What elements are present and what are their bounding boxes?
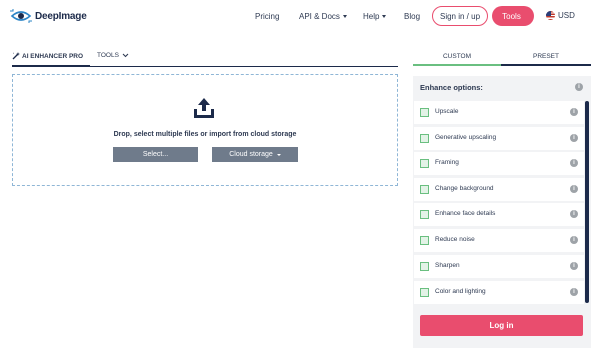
login-button[interactable]: Log in bbox=[420, 315, 583, 336]
info-icon[interactable]: i bbox=[570, 108, 578, 116]
option-reduce-noise[interactable]: Reduce noise i bbox=[414, 229, 584, 252]
sharpen-checkbox[interactable] bbox=[420, 262, 429, 271]
file-dropzone[interactable] bbox=[12, 74, 398, 186]
tools-button[interactable]: Tools bbox=[492, 6, 534, 26]
caret-down-icon bbox=[382, 15, 387, 19]
generative-upscaling-checkbox[interactable] bbox=[420, 134, 429, 143]
nav-pricing[interactable]: Pricing bbox=[255, 12, 279, 21]
option-generative-upscaling[interactable]: Generative upscaling i bbox=[414, 127, 584, 150]
top-header: DeepImage Pricing API & Docs Help Blog S… bbox=[0, 0, 600, 34]
option-label: Generative upscaling bbox=[435, 134, 497, 141]
option-sharpen[interactable]: Sharpen i bbox=[414, 255, 584, 278]
info-icon[interactable]: i bbox=[570, 185, 578, 193]
nav-api-docs[interactable]: API & Docs bbox=[299, 12, 347, 21]
options-scrollbar[interactable] bbox=[585, 101, 589, 303]
caret-down-icon bbox=[342, 15, 347, 19]
option-label: Sharpen bbox=[435, 262, 460, 269]
option-label: Reduce noise bbox=[435, 236, 475, 243]
nav-pricing-label: Pricing bbox=[255, 12, 280, 21]
nav-help-label: Help bbox=[363, 12, 380, 21]
brand-logo[interactable]: DeepImage bbox=[10, 9, 87, 23]
tab-custom-underline bbox=[413, 64, 501, 66]
nav-help[interactable]: Help bbox=[363, 12, 387, 21]
option-label: Enhance face details bbox=[435, 210, 496, 217]
tab-preset-underline bbox=[501, 64, 591, 66]
option-label: Change background bbox=[435, 185, 494, 192]
tab-tools[interactable]: TOOLS bbox=[97, 52, 129, 59]
chevron-down-icon bbox=[122, 53, 129, 58]
dropzone-instructions: Drop, select multiple files or import fr… bbox=[113, 131, 297, 138]
nav-blog-label: Blog bbox=[404, 12, 421, 21]
reduce-noise-checkbox[interactable] bbox=[420, 236, 429, 245]
tools-label: Tools bbox=[502, 11, 521, 21]
info-icon[interactable]: i bbox=[575, 83, 583, 91]
color-and-lighting-checkbox[interactable] bbox=[420, 288, 429, 297]
tab-preset-label: PRESET bbox=[532, 53, 559, 60]
option-enhance-face-details[interactable]: Enhance face details i bbox=[414, 203, 584, 226]
tab-ai-enhancer-pro[interactable]: AI ENHANCER PRO bbox=[12, 52, 83, 60]
option-color-and-lighting[interactable]: Color and lighting i bbox=[414, 281, 584, 304]
nav-api-docs-label: API & Docs bbox=[299, 12, 340, 21]
tab-preset[interactable]: PRESET bbox=[501, 53, 591, 60]
signin-label: Sign in / up bbox=[439, 11, 481, 21]
currency-selector[interactable]: USD bbox=[546, 11, 579, 20]
nav-blog[interactable]: Blog bbox=[404, 12, 420, 21]
cloud-storage-label: Cloud storage bbox=[229, 151, 273, 158]
option-change-background[interactable]: Change background i bbox=[414, 178, 584, 201]
enhance-face-details-checkbox[interactable] bbox=[420, 210, 429, 219]
currency-label: USD bbox=[558, 11, 575, 20]
enhance-options-title: Enhance options: bbox=[420, 83, 483, 92]
tab-custom-label: CUSTOM bbox=[442, 53, 472, 60]
info-icon[interactable]: i bbox=[570, 236, 578, 244]
caret-down-icon bbox=[276, 153, 281, 156]
upscale-checkbox[interactable] bbox=[420, 108, 429, 117]
select-files-button[interactable]: Select... bbox=[113, 147, 198, 162]
tab-active-underline bbox=[12, 65, 90, 67]
info-icon[interactable]: i bbox=[570, 134, 578, 142]
magic-wand-icon bbox=[12, 52, 20, 60]
login-label: Log in bbox=[489, 321, 514, 330]
brand-name: DeepImage bbox=[35, 10, 87, 22]
info-icon[interactable]: i bbox=[570, 159, 578, 167]
tab-custom[interactable]: CUSTOM bbox=[413, 53, 501, 60]
info-icon[interactable]: i bbox=[570, 210, 578, 218]
signin-button[interactable]: Sign in / up bbox=[432, 6, 488, 26]
info-icon[interactable]: i bbox=[570, 288, 578, 296]
select-files-label: Select... bbox=[142, 151, 169, 158]
tab-tools-label: TOOLS bbox=[97, 52, 119, 59]
info-icon[interactable]: i bbox=[570, 262, 578, 270]
option-framing[interactable]: Framing i bbox=[414, 152, 584, 175]
eye-logo-icon bbox=[10, 9, 32, 23]
option-upscale[interactable]: Upscale i bbox=[414, 101, 584, 124]
cloud-storage-button[interactable]: Cloud storage bbox=[212, 147, 298, 162]
tabs-divider bbox=[90, 65, 398, 67]
framing-checkbox[interactable] bbox=[420, 159, 429, 168]
us-flag-icon bbox=[546, 11, 555, 20]
upload-icon bbox=[193, 97, 215, 119]
tab-ai-enhancer-pro-label: AI ENHANCER PRO bbox=[22, 52, 84, 60]
change-background-checkbox[interactable] bbox=[420, 185, 429, 194]
option-label: Upscale bbox=[435, 108, 459, 115]
option-label: Framing bbox=[435, 159, 459, 166]
option-label: Color and lighting bbox=[435, 288, 486, 295]
left-tabs: AI ENHANCER PRO TOOLS bbox=[12, 52, 398, 67]
